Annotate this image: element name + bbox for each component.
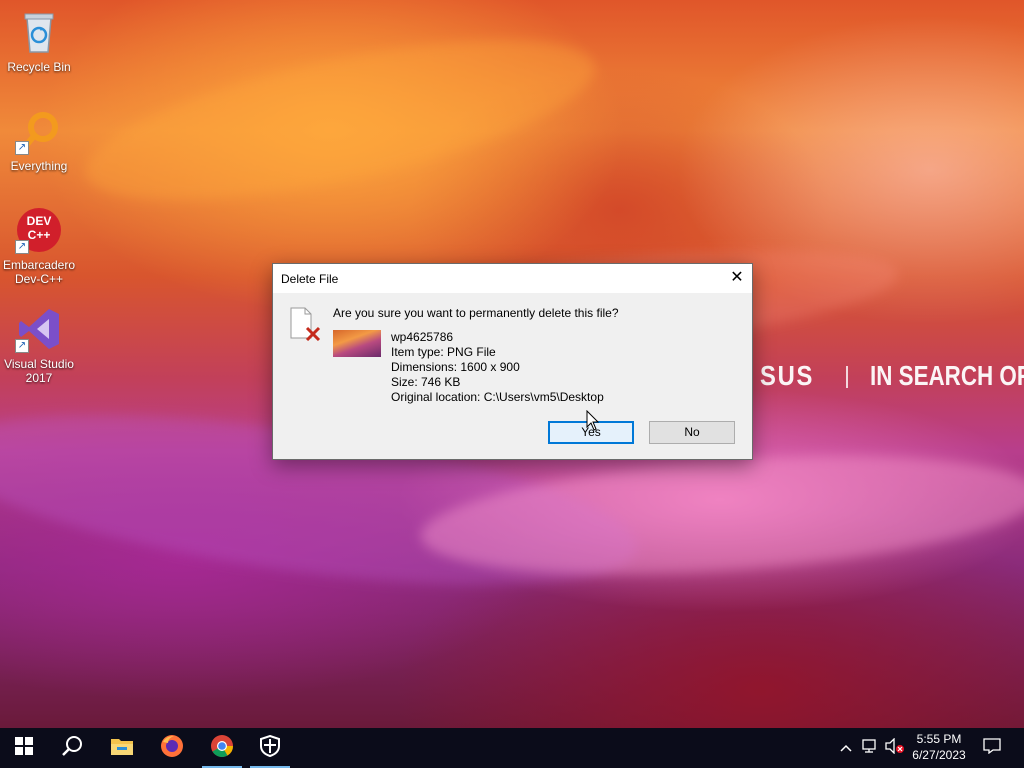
- delete-file-dialog: Delete File ✕ Are you sure you want to p…: [272, 263, 753, 460]
- desktop-icon-visual-studio[interactable]: ↗ Visual Studio 2017: [0, 305, 78, 385]
- file-location: Original location: C:\Users\vm5\Desktop: [391, 390, 604, 404]
- everything-search-icon: ↗: [15, 107, 63, 155]
- action-center-icon: [983, 737, 1001, 759]
- taskbar-firefox[interactable]: [148, 728, 196, 768]
- file-dimensions: Dimensions: 1600 x 900: [391, 360, 520, 374]
- wallpaper-brand-text: SUS: [760, 360, 815, 391]
- file-size: Size: 746 KB: [391, 375, 461, 389]
- search-icon: [61, 735, 83, 762]
- wallpaper-slogan-text: IN SEARCH OF: [870, 360, 1024, 391]
- wallpaper-divider: [846, 366, 848, 388]
- file-explorer-icon: [110, 736, 134, 761]
- devcpp-badge-text: DEV C++: [26, 214, 52, 242]
- mouse-cursor-icon: [586, 409, 600, 432]
- shortcut-arrow-icon: ↗: [15, 141, 29, 155]
- devcpp-icon: DEV C++ ↗: [15, 206, 63, 254]
- recycle-bin-icon: [15, 8, 63, 56]
- firefox-icon: [160, 734, 184, 763]
- no-button[interactable]: No: [649, 421, 735, 444]
- shortcut-arrow-icon: ↗: [15, 339, 29, 353]
- volume-muted-icon: [885, 736, 905, 759]
- desktop-icon-recycle-bin[interactable]: Recycle Bin: [0, 8, 78, 74]
- chevron-up-icon: [840, 739, 852, 757]
- start-icon: [15, 736, 33, 760]
- visual-studio-icon: ↗: [15, 305, 63, 353]
- clock-time: 5:55 PM: [916, 732, 962, 746]
- security-shield-icon: [260, 734, 280, 762]
- start-button[interactable]: [0, 728, 48, 768]
- taskbar-chrome[interactable]: [198, 728, 246, 768]
- delete-question: Are you sure you want to permanently del…: [333, 306, 619, 320]
- taskbar-security[interactable]: [246, 728, 294, 768]
- file-name: wp4625786: [391, 330, 454, 344]
- delete-file-icon: [289, 307, 321, 342]
- show-hidden-icons-button[interactable]: [836, 728, 856, 768]
- network-button[interactable]: [860, 728, 882, 768]
- close-icon[interactable]: ✕: [722, 264, 752, 293]
- everything-label: Everything: [10, 159, 68, 173]
- recycle-bin-label: Recycle Bin: [7, 60, 71, 74]
- volume-button[interactable]: [884, 728, 906, 768]
- chrome-icon: [210, 734, 234, 763]
- desktop-icon-everything[interactable]: ↗ Everything: [0, 107, 78, 173]
- network-icon: [862, 738, 880, 759]
- shortcut-arrow-icon: ↗: [15, 240, 29, 254]
- desktop-icon-devcpp[interactable]: DEV C++ ↗ Embarcadero Dev-C++: [0, 206, 78, 286]
- taskbar-search-button[interactable]: [48, 728, 96, 768]
- dialog-titlebar[interactable]: Delete File ✕: [273, 264, 752, 293]
- devcpp-label: Embarcadero Dev-C++: [2, 258, 76, 286]
- taskbar: 5:55 PM 6/27/2023: [0, 728, 1024, 768]
- taskbar-clock[interactable]: 5:55 PM 6/27/2023: [904, 731, 974, 763]
- file-type: Item type: PNG File: [391, 345, 496, 359]
- taskbar-file-explorer[interactable]: [98, 728, 146, 768]
- dialog-body: Are you sure you want to permanently del…: [273, 293, 752, 459]
- visual-studio-label: Visual Studio 2017: [4, 357, 74, 385]
- file-info: wp4625786 Item type: PNG File Dimensions…: [391, 330, 604, 405]
- dialog-title: Delete File: [281, 272, 339, 286]
- clock-date: 6/27/2023: [912, 748, 966, 762]
- file-thumbnail: [333, 330, 381, 357]
- action-center-button[interactable]: [978, 728, 1006, 768]
